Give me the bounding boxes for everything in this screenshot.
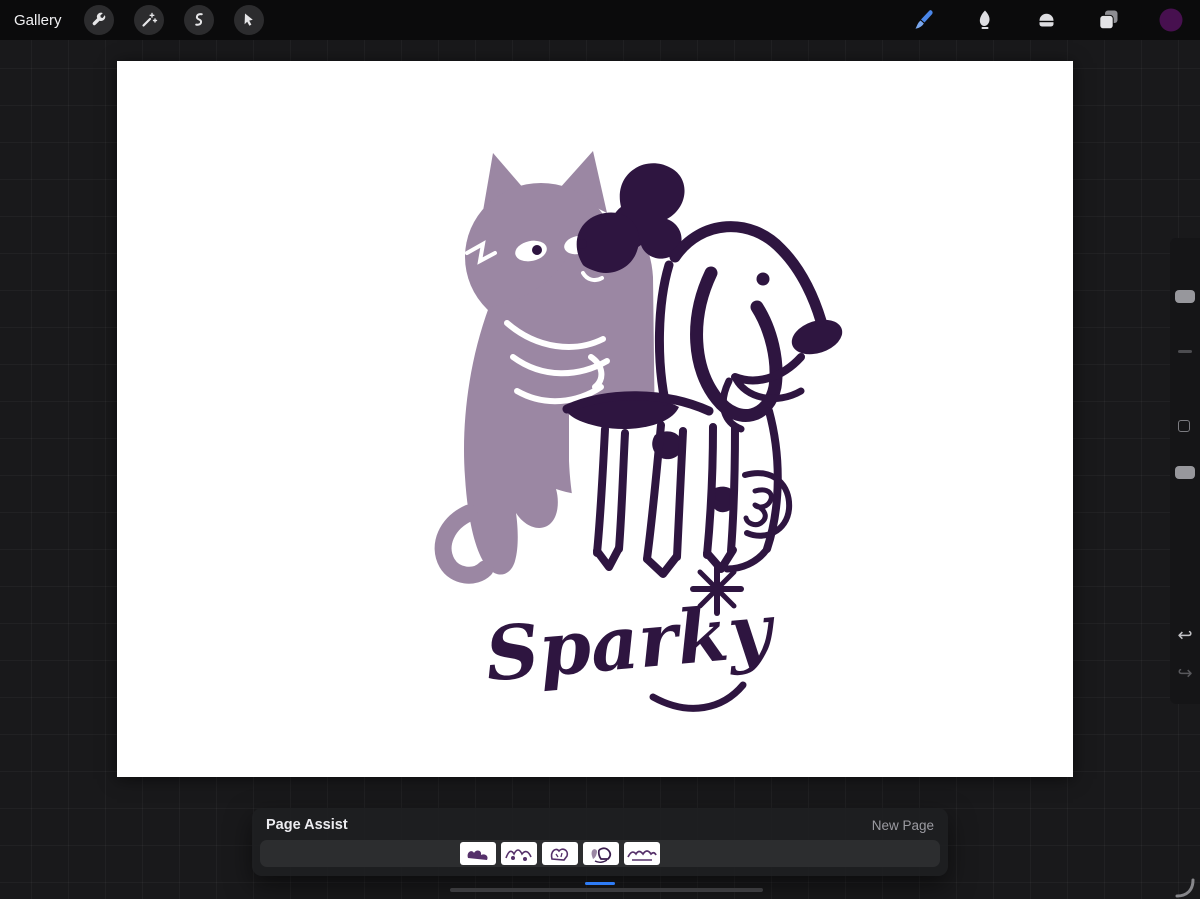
wrench-icon [92,12,105,26]
page-2-preview [505,849,532,861]
eraser-icon [1039,13,1054,27]
page-thumbnails [460,842,660,865]
right-tool-group [910,7,1186,33]
paint-tool-button[interactable] [910,7,936,33]
selected-page-indicator [585,882,615,885]
page-assist-title: Page Assist [266,817,348,833]
page-3-preview [550,848,569,861]
selection-button[interactable] [183,5,214,35]
transform-button[interactable] [233,5,264,35]
smudge-icon [979,10,990,29]
top-toolbar: Gallery [0,0,1200,40]
procreate-workspace: Gallery Sparky ↩ ↪ Page Assist New Page [0,0,1200,899]
page-5-preview [627,850,657,861]
smudge-tool-button[interactable] [972,7,998,33]
brush-size-slider[interactable] [1175,290,1195,303]
brush-icon [915,10,933,29]
page-1-preview [467,850,488,860]
transform-arrow-icon [244,13,253,26]
modify-button[interactable] [1178,420,1190,432]
brush-sidebar: ↩ ↪ [1170,238,1200,704]
magic-wand-icon [141,12,157,27]
color-button[interactable] [1158,7,1184,33]
page-thumbnail-3[interactable] [542,842,578,865]
new-page-button[interactable]: New Page [872,818,934,833]
page-thumbnail-2[interactable] [501,842,537,865]
drawing-canvas[interactable]: Sparky [117,61,1073,777]
erase-tool-button[interactable] [1034,7,1060,33]
undo-button[interactable]: ↩ [1170,624,1200,646]
adjustments-button[interactable] [133,5,164,35]
slider-tick [1178,350,1192,353]
page-thumbnail-5[interactable] [624,842,660,865]
page-thumbnail-4[interactable] [583,842,619,865]
layers-icon [1099,10,1118,30]
artwork: Sparky [434,151,843,712]
opacity-slider[interactable] [1175,466,1195,479]
artwork-caption-group: Sparky [482,562,780,712]
corner-resize-handle[interactable] [1175,878,1197,898]
left-tool-group [83,5,264,35]
gallery-button[interactable]: Gallery [14,12,62,29]
pages-scrollbar[interactable] [450,888,763,892]
pages-track [260,840,940,867]
selection-ribbon-icon [194,13,203,26]
page-thumbnail-1[interactable] [460,842,496,865]
page-4-preview [591,847,612,863]
page-assist-panel: Page Assist New Page [252,808,948,876]
page-assist-header: Page Assist New Page [252,808,948,838]
actions-button[interactable] [83,5,114,35]
layers-button[interactable] [1096,7,1122,33]
color-swatch-icon [1159,8,1183,32]
redo-button[interactable]: ↪ [1170,662,1200,684]
